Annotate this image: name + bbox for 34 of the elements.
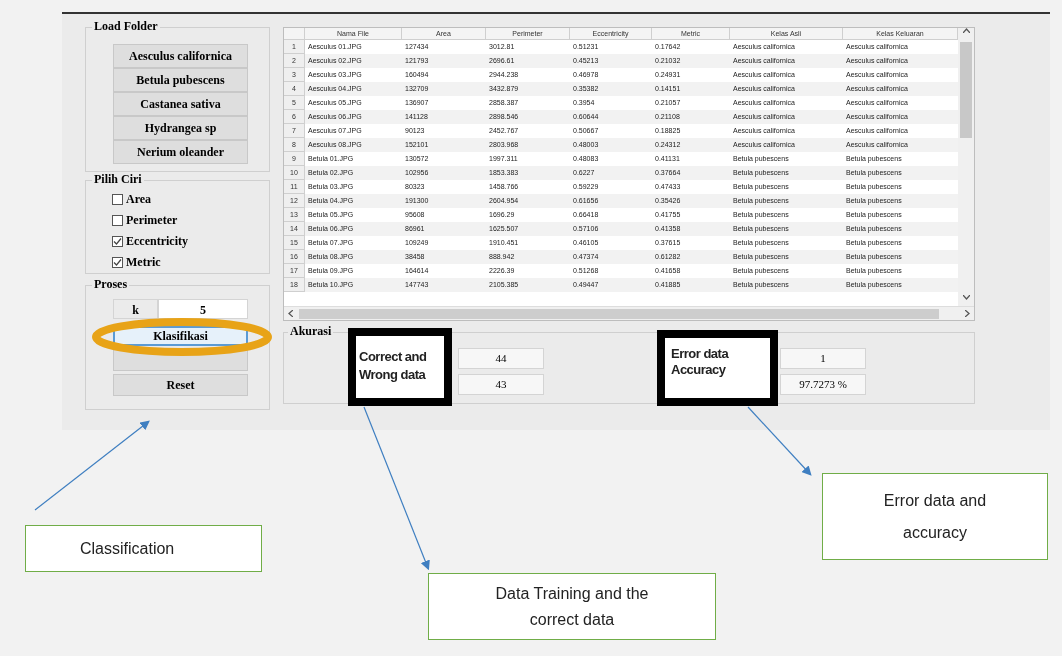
- k-label: k: [113, 299, 158, 319]
- scrollbar-thumb[interactable]: [960, 42, 972, 138]
- checkbox-label: Eccentricity: [126, 233, 188, 249]
- scrollbar-thumb[interactable]: [299, 308, 939, 319]
- checkbox[interactable]: [112, 256, 123, 268]
- checkbox[interactable]: [112, 214, 123, 226]
- output-field: 44: [458, 348, 544, 369]
- pointer-arrow: [747, 406, 812, 476]
- output-field: 43: [458, 374, 544, 395]
- callout-box: Data Training and the correct data: [428, 573, 716, 640]
- folder-button[interactable]: Betula pubescens: [113, 68, 248, 92]
- k-input-field[interactable]: 5: [158, 299, 248, 319]
- checkbox[interactable]: [112, 235, 123, 247]
- checkbox-label: Metric: [126, 254, 161, 270]
- folder-button[interactable]: Castanea sativa: [113, 92, 248, 116]
- panel-title: Pilih Ciri: [92, 172, 144, 186]
- callout-box: Classification: [25, 525, 262, 572]
- reset-button[interactable]: Reset: [113, 374, 248, 396]
- output-field: 97.7273 %: [780, 374, 866, 395]
- panel-title: Load Folder: [92, 19, 160, 33]
- checkbox-label: Perimeter: [126, 212, 178, 228]
- output-field: 1: [780, 348, 866, 369]
- folder-button[interactable]: Aesculus californica: [113, 44, 248, 68]
- panel-title: Akurasi: [288, 324, 334, 338]
- checkbox-label: Area: [126, 191, 152, 207]
- panel-title: Proses: [92, 277, 130, 291]
- callout-box: Error data and accuracy: [822, 473, 1048, 560]
- annotation-label: Correct and Wrong data: [348, 328, 452, 406]
- vertical-scrollbar[interactable]: [958, 28, 974, 306]
- checkbox[interactable]: [112, 193, 123, 205]
- folder-button[interactable]: Hydrangea sp: [113, 116, 248, 140]
- folder-button[interactable]: Nerium oleander: [113, 140, 248, 164]
- annotation-label: Error data Accuracy: [657, 330, 778, 406]
- horizontal-scrollbar[interactable]: [284, 306, 974, 320]
